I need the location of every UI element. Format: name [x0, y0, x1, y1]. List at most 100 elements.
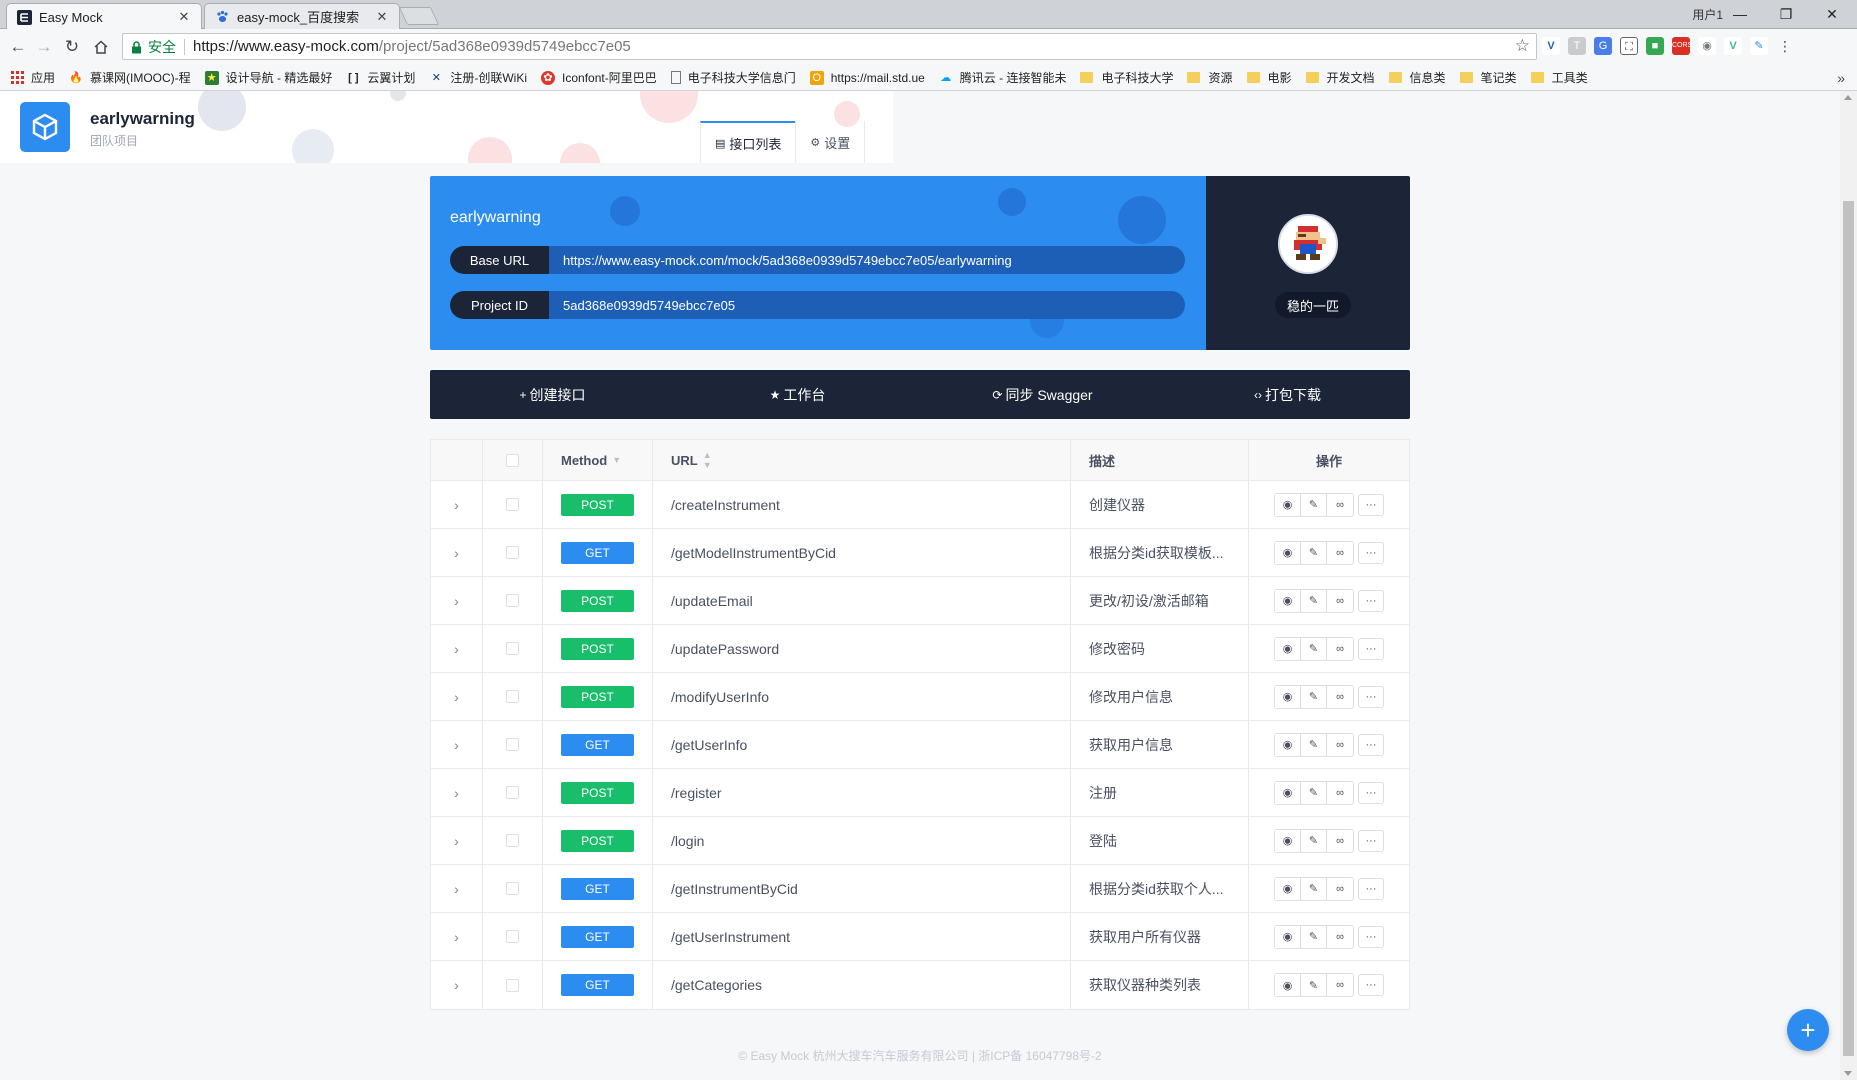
link-icon[interactable]: ∞ — [1327, 925, 1353, 948]
browser-tab-baidu[interactable]: easy-mock_百度搜索 ✕ — [204, 3, 400, 29]
tab-settings[interactable]: ⚙ 设置 — [795, 121, 866, 163]
chevron-right-icon[interactable]: › — [454, 929, 459, 945]
more-icon[interactable]: ··· — [1358, 541, 1384, 564]
bookmark-item[interactable]: 🔥 慕课网(IMOOC)-程 — [69, 69, 191, 86]
filter-icon[interactable]: ▼ — [612, 455, 621, 465]
api-url[interactable]: /getUserInfo — [671, 737, 747, 753]
bookmark-item[interactable]: [ ] 云翼计划 — [346, 69, 415, 86]
link-icon[interactable]: ∞ — [1327, 974, 1353, 996]
add-floating-button[interactable]: + — [1787, 1009, 1829, 1051]
row-checkbox[interactable] — [506, 882, 519, 895]
row-checkbox[interactable] — [506, 978, 519, 992]
eye-icon[interactable]: ◉ — [1275, 637, 1301, 660]
window-close-icon[interactable]: ✕ — [1813, 2, 1851, 26]
chevron-right-icon[interactable]: › — [454, 833, 459, 849]
create-api-button[interactable]: + 创建接口 — [430, 370, 675, 419]
eye-icon[interactable]: ◉ — [1275, 493, 1301, 516]
eye-icon[interactable]: ◉ — [1275, 829, 1301, 852]
chevron-right-icon[interactable]: › — [454, 593, 459, 609]
bookmark-item[interactable]: ✿ Iconfont-阿里巴巴 — [541, 69, 657, 86]
table-row[interactable]: › POST/updateEmail 更改/初设/激活邮箱 ◉ ✎ ∞ ··· — [431, 577, 1409, 625]
api-url[interactable]: /getInstrumentByCid — [671, 881, 798, 897]
row-checkbox[interactable] — [506, 546, 519, 559]
row-checkbox[interactable] — [506, 498, 519, 511]
vue-devtools-icon[interactable]: V — [1724, 37, 1742, 55]
bookmark-item[interactable]: ☁ 腾讯云 - 连接智能未 — [939, 69, 1066, 86]
scroll-up-arrow-icon[interactable] — [1844, 95, 1852, 100]
pencil-icon[interactable]: ✎ — [1301, 974, 1327, 996]
bookmark-folder[interactable]: 工具类 — [1530, 69, 1588, 86]
row-checkbox[interactable] — [506, 834, 519, 847]
row-checkbox[interactable] — [506, 930, 519, 943]
more-icon[interactable]: ··· — [1358, 685, 1384, 708]
cors-icon[interactable]: CORS — [1672, 37, 1692, 55]
forward-arrow-icon[interactable]: → — [32, 35, 56, 59]
avatar[interactable] — [1278, 214, 1338, 274]
more-icon[interactable]: ··· — [1358, 974, 1384, 996]
reload-icon[interactable]: ↻ — [60, 35, 84, 59]
sync-swagger-button[interactable]: ⟳ 同步 Swagger — [920, 370, 1165, 419]
scrollbar-thumb[interactable] — [1843, 201, 1854, 1056]
pencil-icon[interactable]: ✎ — [1301, 541, 1327, 564]
select-all-checkbox[interactable] — [506, 453, 519, 467]
link-icon[interactable]: ∞ — [1327, 541, 1353, 564]
bookmark-folder[interactable]: 信息类 — [1388, 69, 1446, 86]
new-tab-button[interactable] — [398, 7, 440, 25]
api-url[interactable]: /createInstrument — [671, 497, 780, 513]
pencil-icon[interactable]: ✎ — [1301, 829, 1327, 852]
more-icon[interactable]: ··· — [1358, 637, 1384, 660]
more-icon[interactable]: ··· — [1358, 925, 1384, 948]
eye-icon[interactable]: ◉ — [1275, 781, 1301, 804]
table-row[interactable]: › POST/updatePassword 修改密码 ◉ ✎ ∞ ··· — [431, 625, 1409, 673]
menu-dots-icon[interactable]: ⋮ — [1776, 37, 1794, 55]
chevron-right-icon[interactable]: › — [454, 497, 459, 513]
api-url[interactable]: /updatePassword — [671, 641, 779, 657]
more-icon[interactable]: ··· — [1358, 589, 1384, 612]
bookmark-item[interactable]: ✕ 注册-创联WiKi — [429, 69, 527, 86]
table-row[interactable]: › POST/login 登陆 ◉ ✎ ∞ ··· — [431, 817, 1409, 865]
chevron-right-icon[interactable]: › — [454, 737, 459, 753]
bookmarks-overflow-icon[interactable]: » — [1837, 70, 1845, 86]
eye-icon[interactable]: ◉ — [1275, 685, 1301, 708]
chevron-right-icon[interactable]: › — [454, 785, 459, 801]
eye-icon[interactable]: ◉ — [1275, 541, 1301, 564]
chevron-right-icon[interactable]: › — [454, 689, 459, 705]
table-row[interactable]: › POST/register 注册 ◉ ✎ ∞ ··· — [431, 769, 1409, 817]
api-url[interactable]: /getUserInstrument — [671, 929, 790, 945]
bookmark-folder[interactable]: 电影 — [1246, 69, 1292, 86]
close-icon[interactable]: ✕ — [177, 9, 191, 25]
api-url[interactable]: /getModelInstrumentByCid — [671, 545, 836, 561]
bookmark-folder[interactable]: 电子科技大学 — [1080, 69, 1173, 86]
link-icon[interactable]: ∞ — [1327, 781, 1353, 804]
camera-icon[interactable]: ◉ — [1698, 37, 1716, 55]
table-row[interactable]: › GET/getUserInstrument 获取用户所有仪器 ◉ ✎ ∞ ··· — [431, 913, 1409, 961]
pencil-icon[interactable]: ✎ — [1301, 493, 1327, 516]
link-icon[interactable]: ∞ — [1327, 589, 1353, 612]
tab-api-list[interactable]: ▤ 接口列表 — [700, 121, 796, 163]
restore-icon[interactable]: ❐ — [1767, 2, 1805, 26]
chrome-app-icon[interactable]: ■ — [1646, 37, 1664, 55]
google-translate-icon[interactable]: G — [1594, 37, 1612, 55]
row-checkbox[interactable] — [506, 594, 519, 607]
chevron-right-icon[interactable]: › — [454, 977, 459, 993]
project-id-value[interactable]: 5ad368e0939d5749ebcc7e05 — [549, 298, 735, 313]
bookmark-item[interactable]: 应用 — [10, 69, 55, 86]
more-icon[interactable]: ··· — [1358, 829, 1384, 852]
api-url[interactable]: /register — [671, 785, 722, 801]
bookmark-folder[interactable]: 资源 — [1187, 69, 1233, 86]
scroll-down-arrow-icon[interactable] — [1844, 1071, 1852, 1076]
table-row[interactable]: › GET/getInstrumentByCid 根据分类id获取个人... ◉ ✎ ∞ ·… — [431, 865, 1409, 913]
pencil-icon[interactable]: ✎ — [1301, 733, 1327, 756]
row-checkbox[interactable] — [506, 690, 519, 703]
sort-icon[interactable]: ▲ ▼ — [703, 450, 712, 470]
address-bar[interactable]: 安全 https://www.easy-mock.com/project/5ad… — [122, 33, 1537, 60]
window-profile-name[interactable]: 用户1 — [1692, 6, 1723, 23]
chevron-right-icon[interactable]: › — [454, 881, 459, 897]
edit-note-icon[interactable]: ✎ — [1750, 37, 1768, 55]
link-icon[interactable]: ∞ — [1327, 493, 1353, 516]
bookmark-folder[interactable]: 笔记类 — [1459, 69, 1517, 86]
project-id-row[interactable]: Project ID 5ad368e0939d5749ebcc7e05 — [450, 291, 1185, 319]
table-row[interactable]: › GET/getUserInfo 获取用户信息 ◉ ✎ ∞ ··· — [431, 721, 1409, 769]
bookmark-item[interactable]: 电子科技大学信息门 — [670, 69, 796, 86]
eye-icon[interactable]: ◉ — [1275, 589, 1301, 612]
